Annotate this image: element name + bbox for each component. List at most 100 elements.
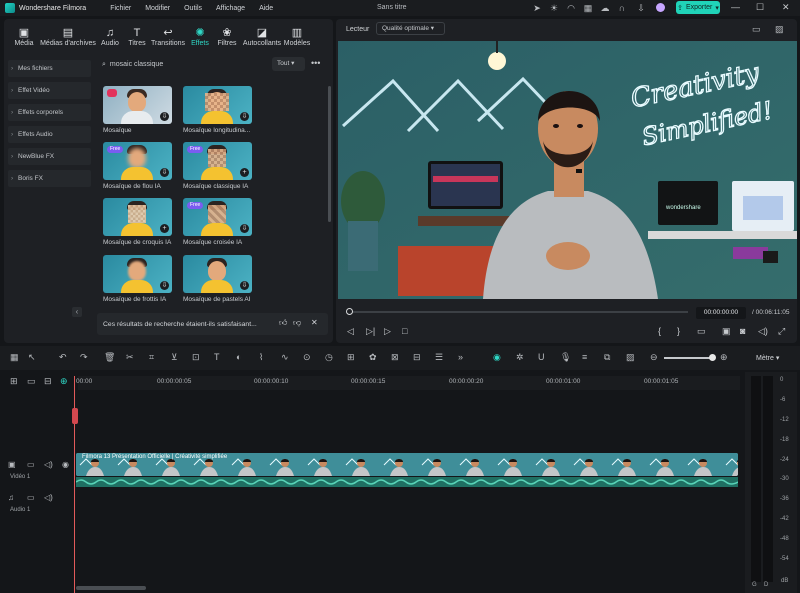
ai-green-icon[interactable]: ◉ <box>493 352 501 363</box>
thumbs-down-icon[interactable]: 👎︎ <box>293 318 301 328</box>
undo-icon[interactable]: ↶ <box>59 352 67 363</box>
close-icon[interactable]: ✕ <box>782 2 790 13</box>
avatar[interactable] <box>656 3 665 12</box>
track-manager-icon[interactable]: ▭ <box>27 376 36 387</box>
menu-edit[interactable]: Modifier <box>145 5 170 12</box>
voiceover-icon[interactable]: ≡ <box>582 352 587 362</box>
headphones-icon[interactable]: ∩ <box>617 3 627 13</box>
snapshot-layout-icon[interactable]: ▭ <box>752 24 761 35</box>
keyframe-icon[interactable]: ⊟ <box>413 352 421 363</box>
collapse-sidebar-button[interactable]: ‹ <box>72 307 82 317</box>
minimize-icon[interactable]: — <box>731 2 740 12</box>
folder-icon[interactable]: ▭ <box>27 493 35 502</box>
eye-icon[interactable]: ◉ <box>62 460 69 469</box>
step-back-icon[interactable]: ▷| <box>366 326 375 337</box>
mark-in-icon[interactable]: { <box>658 326 661 336</box>
category-audio-effects[interactable]: Effets Audio <box>8 126 91 143</box>
add-icon[interactable]: + <box>160 224 169 233</box>
video-clip[interactable]: Filmora 13 Présentation Officielle | Cré… <box>76 453 738 476</box>
mute-icon[interactable]: ◁) <box>44 460 53 469</box>
audio-waveform[interactable] <box>75 477 739 487</box>
zoom-out-icon[interactable]: ⊖ <box>650 352 658 363</box>
image-mask-icon[interactable]: ▨ <box>626 352 635 363</box>
search-input[interactable]: ⌕ mosaic classique <box>98 57 264 72</box>
zoom-crop-icon[interactable]: ⊡ <box>192 352 200 363</box>
folder-icon[interactable]: ▭ <box>27 460 35 469</box>
snap-icon[interactable]: ⊕ <box>60 376 68 387</box>
zoom-slider-knob[interactable] <box>709 354 716 361</box>
more-tools-icon[interactable]: » <box>458 352 463 362</box>
download-icon[interactable]: ⇩ <box>636 3 646 13</box>
speed-icon[interactable]: ⊙ <box>303 352 311 363</box>
meter-dropdown[interactable]: Mètre ▾ <box>756 354 779 362</box>
volume-icon[interactable]: ◁) <box>758 326 768 337</box>
category-body-effects[interactable]: Effets corporels <box>8 104 91 121</box>
playhead-handle[interactable] <box>72 408 78 424</box>
timeline-scrollbar[interactable] <box>76 586 146 590</box>
camera-icon[interactable]: ◙ <box>740 326 745 336</box>
effect-card-mosaique-classique-ia[interactable]: Free + <box>183 142 252 180</box>
crop-icon[interactable]: ⌗ <box>149 352 154 363</box>
category-my-files[interactable]: Mes fichiers <box>8 60 91 77</box>
pip-icon[interactable]: ⧉ <box>604 352 610 363</box>
effect-card-mosaique-pastels-ai[interactable]: ⇩ <box>183 255 252 293</box>
split-icon[interactable]: ✂ <box>126 352 134 363</box>
effect-card-mosaique-longitudinale[interactable]: ⇩ <box>183 86 252 124</box>
render-icon[interactable]: ✲ <box>516 352 524 363</box>
prev-frame-icon[interactable]: ◁ <box>347 326 354 337</box>
transform-icon[interactable]: ⊠ <box>391 352 399 363</box>
export-button[interactable]: ⇪ Exporter ▾ <box>676 1 720 14</box>
grid-icon[interactable]: ▦ <box>583 3 593 13</box>
play-icon[interactable]: ▷ <box>384 326 391 337</box>
effects-icon[interactable]: ✿ <box>369 352 377 363</box>
playback-knob[interactable] <box>346 308 353 315</box>
download-icon[interactable]: ⇩ <box>240 281 249 290</box>
stop-icon[interactable]: □ <box>402 326 407 336</box>
menu-file[interactable]: Fichier <box>110 5 131 12</box>
adjust-icon[interactable]: ☰ <box>435 352 443 363</box>
display-icon[interactable]: ▭ <box>697 326 706 337</box>
image-icon[interactable]: ▨ <box>775 24 784 35</box>
download-icon[interactable]: ⇩ <box>160 281 169 290</box>
maximize-icon[interactable]: ☐ <box>756 2 764 13</box>
category-newblue-fx[interactable]: NewBlue FX <box>8 148 91 165</box>
menu-view[interactable]: Affichage <box>216 5 245 12</box>
category-boris-fx[interactable]: Boris FX <box>8 170 91 187</box>
audio-adjust-icon[interactable]: ⌇ <box>259 352 263 363</box>
add-track-icon[interactable]: ⊞ <box>10 376 18 387</box>
send-icon[interactable]: ➤ <box>532 3 542 13</box>
zoom-slider[interactable] <box>664 357 714 359</box>
download-icon[interactable]: ⇩ <box>160 168 169 177</box>
effect-card-mosaique[interactable]: ⇩ <box>103 86 172 124</box>
more-options-icon[interactable]: ••• <box>311 58 320 68</box>
download-icon[interactable]: ⇩ <box>240 112 249 121</box>
delete-icon[interactable]: 🗑︎ <box>104 352 115 363</box>
fullscreen-icon[interactable]: ⤢ <box>778 326 785 337</box>
add-icon[interactable]: + <box>240 168 249 177</box>
download-icon[interactable]: ⇩ <box>160 112 169 121</box>
microphone-icon[interactable]: 🎙︎ <box>560 352 571 363</box>
effects-scrollbar[interactable] <box>328 86 331 222</box>
select-tool-icon[interactable]: ↖ <box>28 352 36 363</box>
text-tool-icon[interactable]: T <box>214 352 220 362</box>
effect-card-mosaique-croquis-ia[interactable]: + <box>103 198 172 236</box>
redo-icon[interactable]: ↷ <box>80 352 88 363</box>
download-icon[interactable]: ⇩ <box>240 224 249 233</box>
audio-waveform-icon[interactable]: ∿ <box>281 352 289 363</box>
thumbs-up-icon[interactable]: 👍︎ <box>279 318 287 328</box>
video-preview[interactable]: Creativity Simplified! wondershare <box>338 41 797 299</box>
link-icon[interactable]: ⊟ <box>44 376 52 387</box>
color-icon[interactable]: ◐ <box>236 352 241 362</box>
freeze-icon[interactable]: ⊞ <box>347 352 355 363</box>
close-icon[interactable]: ✕ <box>311 318 318 327</box>
cloud-upload-icon[interactable]: ☁ <box>600 3 610 13</box>
effect-card-mosaique-frottis-ia[interactable]: ⇩ <box>103 255 172 293</box>
timer-icon[interactable]: ◷ <box>325 352 333 363</box>
lightbulb-icon[interactable]: ☀ <box>549 3 559 13</box>
effect-card-mosaique-flou-ia[interactable]: Free ⇩ <box>103 142 172 180</box>
zoom-in-icon[interactable]: ⊕ <box>720 352 728 363</box>
tab-templates[interactable]: ▥ Modèles <box>277 27 317 47</box>
quality-dropdown[interactable]: Qualité optimale ▾ <box>376 22 445 35</box>
magnet-icon[interactable]: U <box>538 352 545 362</box>
menu-help[interactable]: Aide <box>259 5 273 12</box>
